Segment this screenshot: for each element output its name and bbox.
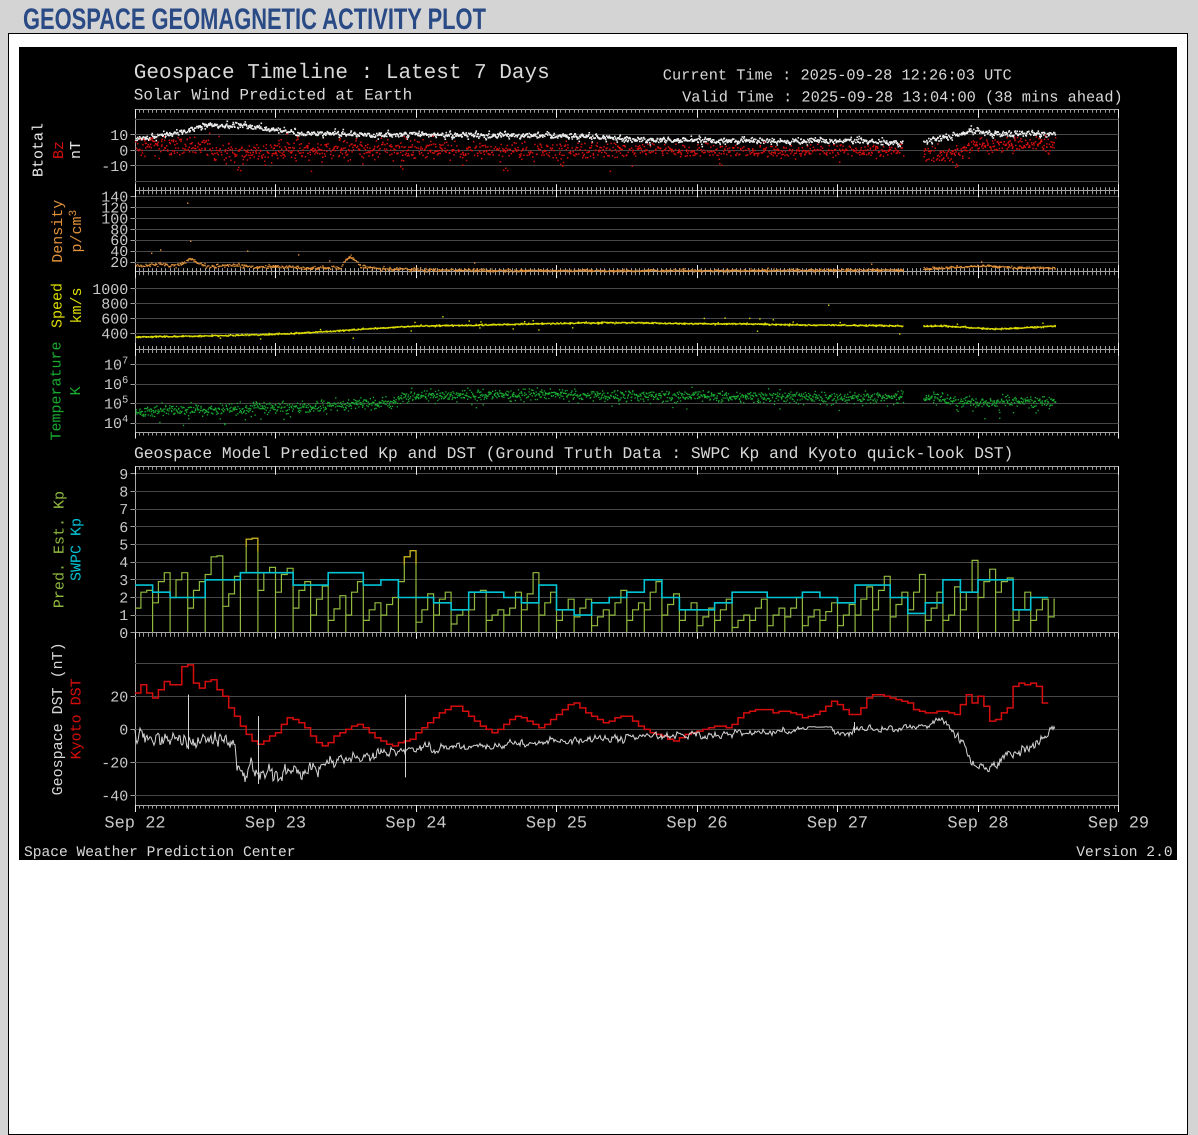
svg-text:-10: -10: [101, 159, 128, 176]
svg-text:nT: nT: [68, 141, 85, 159]
svg-text:0: 0: [119, 143, 128, 160]
svg-text:9: 9: [119, 467, 128, 484]
svg-text:Speed: Speed: [49, 283, 66, 328]
svg-text:Temperature: Temperature: [49, 341, 66, 440]
svg-text:20: 20: [110, 689, 128, 706]
svg-text:Bz: Bz: [51, 141, 68, 159]
svg-text:Sep 24: Sep 24: [385, 815, 446, 834]
svg-text:1: 1: [119, 608, 128, 625]
svg-text:Sep 26: Sep 26: [666, 815, 727, 834]
svg-text:Solar Wind Predicted at Earth: Solar Wind Predicted at Earth: [134, 87, 412, 105]
svg-text:Density: Density: [50, 200, 67, 263]
svg-text:Pred. Est. Kp: Pred. Est. Kp: [52, 491, 69, 608]
svg-text:SWPC Kp: SWPC Kp: [68, 518, 85, 581]
svg-text:4: 4: [119, 555, 128, 572]
svg-text:-20: -20: [101, 755, 128, 772]
svg-text:Space Weather Prediction Cente: Space Weather Prediction Center: [24, 845, 296, 860]
svg-text:Geospace Timeline : Latest 7 D: Geospace Timeline : Latest 7 Days: [134, 62, 550, 85]
svg-text:10: 10: [110, 128, 128, 145]
svg-text:0: 0: [119, 722, 128, 739]
svg-text:K: K: [68, 386, 85, 395]
svg-text:8: 8: [119, 484, 128, 501]
svg-text:Sep 27: Sep 27: [807, 815, 868, 834]
svg-text:Sep 25: Sep 25: [526, 815, 587, 834]
svg-text:Sep 22: Sep 22: [104, 815, 165, 834]
svg-text:Sep 23: Sep 23: [245, 815, 306, 834]
svg-text:Current Time : 2025-09-28 12:2: Current Time : 2025-09-28 12:26:03 UTC: [663, 67, 1012, 85]
svg-text:Geospace Model Predicted Kp an: Geospace Model Predicted Kp and DST (Gro…: [134, 444, 1013, 463]
svg-text:Sep 28: Sep 28: [947, 815, 1008, 834]
svg-text:Geospace DST (nT): Geospace DST (nT): [50, 642, 67, 795]
svg-text:0: 0: [119, 626, 128, 643]
svg-text:Version 2.0: Version 2.0: [1076, 845, 1172, 860]
svg-text:Btotal: Btotal: [31, 123, 48, 177]
svg-text:3: 3: [119, 573, 128, 590]
svg-text:400: 400: [101, 326, 128, 343]
svg-text:20: 20: [110, 255, 128, 272]
svg-text:Valid Time : 2025-09-28 13:04:: Valid Time : 2025-09-28 13:04:00 (38 min…: [682, 89, 1123, 107]
svg-text:Kyoto DST: Kyoto DST: [68, 678, 85, 759]
svg-text:5: 5: [119, 537, 128, 554]
svg-text:km/s: km/s: [69, 288, 86, 324]
svg-text:2: 2: [119, 590, 128, 607]
svg-text:-40: -40: [101, 789, 128, 806]
svg-text:6: 6: [119, 520, 128, 537]
svg-text:7: 7: [119, 502, 128, 519]
svg-text:Sep 29: Sep 29: [1088, 815, 1149, 834]
